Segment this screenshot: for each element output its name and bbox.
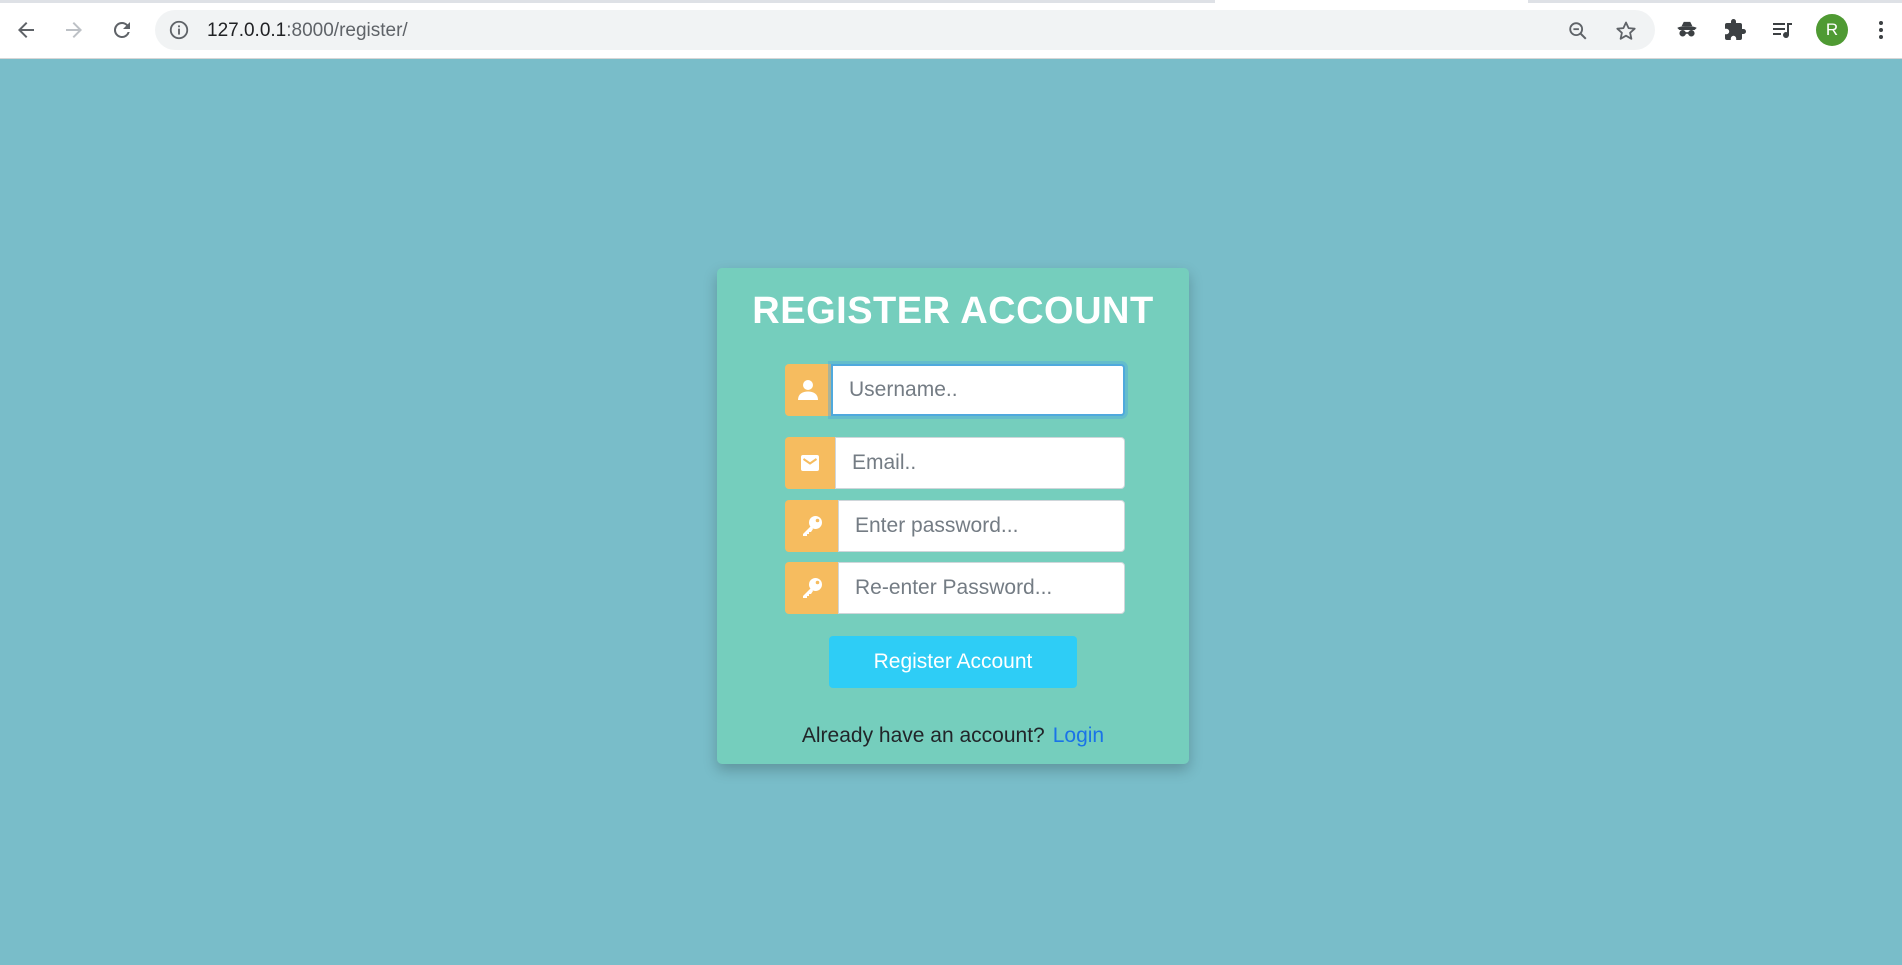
zoom-icon[interactable] bbox=[1565, 18, 1591, 44]
login-link[interactable]: Login bbox=[1053, 724, 1104, 747]
reload-button[interactable] bbox=[104, 12, 140, 48]
profile-avatar[interactable]: R bbox=[1816, 14, 1848, 46]
menu-dots-icon[interactable] bbox=[1866, 15, 1896, 45]
site-info-icon[interactable] bbox=[167, 18, 191, 42]
envelope-icon bbox=[785, 437, 835, 489]
key-icon bbox=[785, 562, 838, 614]
email-input[interactable] bbox=[835, 437, 1125, 489]
password-input[interactable] bbox=[838, 500, 1125, 552]
username-row bbox=[785, 364, 1125, 416]
confirm-password-input[interactable] bbox=[838, 562, 1125, 614]
user-icon bbox=[785, 364, 831, 416]
register-account-button[interactable]: Register Account bbox=[829, 636, 1077, 688]
bookmark-star-icon[interactable] bbox=[1613, 18, 1639, 44]
register-card: REGISTER ACCOUNT Register Account Alread… bbox=[717, 268, 1189, 764]
login-prompt-text: Already have an account? bbox=[801, 724, 1045, 747]
url-text: 127.0.0.1:8000/register/ bbox=[207, 20, 408, 42]
username-input[interactable] bbox=[831, 364, 1125, 416]
password-row bbox=[785, 500, 1125, 552]
reload-icon bbox=[113, 21, 130, 38]
form-title: REGISTER ACCOUNT bbox=[752, 290, 1154, 332]
extension-spy-icon[interactable] bbox=[1672, 15, 1702, 45]
key-icon bbox=[785, 500, 838, 552]
forward-button[interactable] bbox=[56, 12, 92, 48]
url-path: :8000/register/ bbox=[286, 20, 408, 41]
login-prompt: Already have an account? Login bbox=[717, 724, 1189, 748]
arrow-right-icon bbox=[66, 22, 82, 38]
url-host: 127.0.0.1 bbox=[207, 20, 287, 41]
arrow-left-icon bbox=[18, 22, 34, 38]
address-bar[interactable]: 127.0.0.1:8000/register/ bbox=[155, 10, 1655, 50]
back-button[interactable] bbox=[8, 12, 44, 48]
extensions-puzzle-icon[interactable] bbox=[1720, 15, 1750, 45]
confirm-password-row bbox=[785, 562, 1125, 614]
browser-toolbar: 127.0.0.1:8000/register/ R bbox=[0, 0, 1902, 59]
email-row bbox=[785, 437, 1125, 489]
tab-strip bbox=[0, 0, 1902, 3]
media-queue-icon[interactable] bbox=[1768, 15, 1798, 45]
